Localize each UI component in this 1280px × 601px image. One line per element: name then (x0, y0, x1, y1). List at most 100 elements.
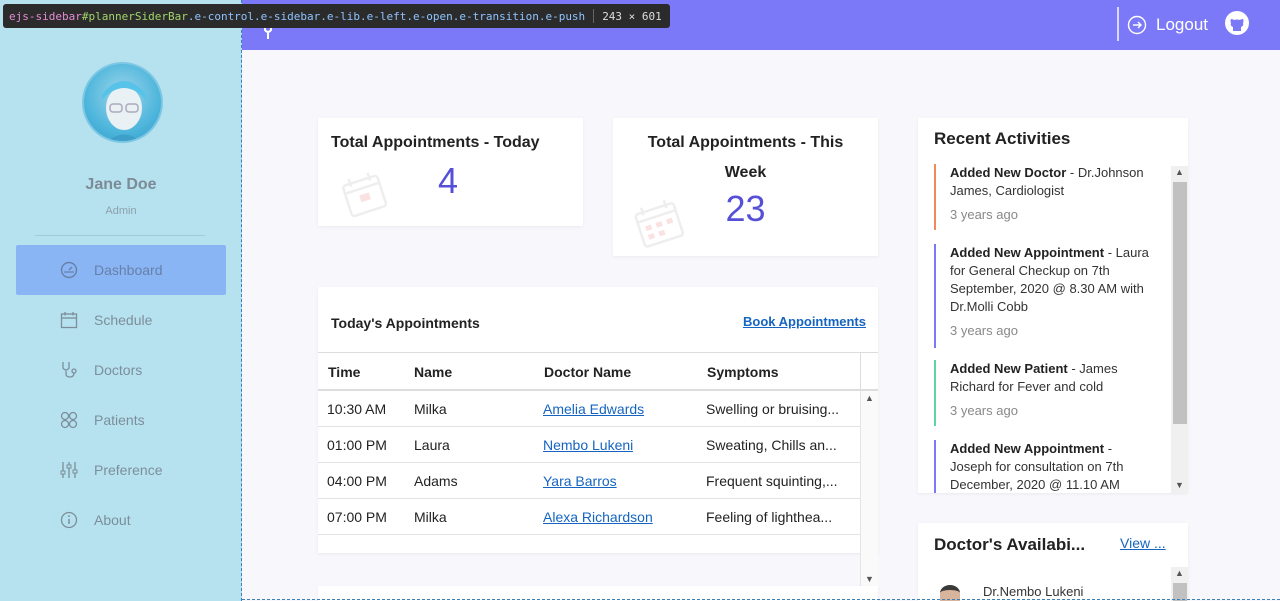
dashboard-icon (60, 261, 78, 279)
view-all-link[interactable]: View ... (1120, 535, 1166, 551)
sliders-icon (60, 462, 78, 478)
info-icon (60, 511, 78, 529)
sidebar-item-dashboard[interactable]: Dashboard (16, 245, 226, 295)
sidebar-item-doctors[interactable]: Doctors (16, 345, 226, 395)
activity-action: Added New Appointment (950, 441, 1105, 456)
tooltip-tag: ejs-sidebar (9, 9, 82, 23)
cell-doctor-link[interactable]: Amelia Edwards (543, 401, 644, 417)
table-scrollbar[interactable]: ▲ ▼ (860, 391, 878, 590)
activity-list: Added New Doctor - Dr.Johnson James, Car… (918, 164, 1188, 493)
avatar (82, 62, 163, 143)
calendar-icon (60, 312, 78, 329)
scroll-down-icon[interactable]: ▼ (865, 574, 874, 584)
header-scroll-spacer (860, 353, 878, 391)
cell-symptoms: Sweating, Chills an... (706, 437, 837, 453)
book-appointments-link[interactable]: Book Appointments (743, 314, 866, 329)
stat-title: Total Appointments - This (647, 134, 844, 151)
activity-text: Added New Appointment - Joseph for consu… (950, 440, 1156, 493)
sidebar-item-label: Preference (94, 462, 163, 478)
logout-label: Logout (1156, 15, 1208, 34)
table-header: Time Name Doctor Name Symptoms (318, 353, 878, 391)
column-header[interactable]: Time (328, 364, 360, 380)
activity-item: Added New Appointment - Laura for Genera… (934, 244, 1156, 348)
stat-card-week: Total Appointments - This Week 23 (613, 118, 878, 256)
scroll-up-icon[interactable]: ▲ (865, 393, 874, 403)
logout-icon (1127, 15, 1147, 35)
sidebar-item-label: Patients (94, 412, 145, 428)
cell-time: 07:00 PM (327, 509, 387, 525)
tooltip-id: #plannerSiderBar (81, 9, 188, 23)
scroll-down-icon[interactable]: ▼ (1175, 480, 1184, 490)
cell-name: Milka (414, 401, 447, 417)
activity-time: 3 years ago (950, 403, 1018, 418)
patients-icon (60, 411, 78, 429)
sidebar-item-about[interactable]: About (16, 495, 226, 545)
activity-action: Added New Patient (950, 361, 1068, 376)
cell-time: 10:30 AM (327, 401, 387, 417)
card-title: Doctor's Availabi... (934, 535, 1086, 554)
cell-name: Milka (414, 509, 447, 525)
activity-scrollbar[interactable]: ▲ ▼ (1171, 166, 1188, 493)
stat-value: 23 (725, 188, 766, 229)
stat-value: 4 (438, 160, 459, 201)
stat-title-line2: Week (724, 164, 767, 181)
recent-activities-card: Recent Activities Added New Doctor - Dr.… (918, 118, 1188, 493)
stat-card-today: Total Appointments - Today 4 (318, 118, 583, 226)
cell-symptoms: Swelling or bruising... (706, 401, 840, 417)
sidebar-item-label: About (94, 512, 131, 528)
column-header[interactable]: Doctor Name (544, 364, 631, 380)
table-row[interactable]: 01:00 PM Laura Nembo Lukeni Sweating, Ch… (318, 427, 878, 463)
column-header[interactable]: Symptoms (707, 364, 779, 380)
table-row[interactable]: 07:00 PM Milka Alexa Richardson Feeling … (318, 499, 878, 535)
cell-name: Adams (414, 473, 458, 489)
doctor-scrollbar[interactable]: ▲ (1171, 567, 1188, 601)
sidebar-item-label: Doctors (94, 362, 143, 378)
sidebar-item-patients[interactable]: Patients (16, 395, 226, 445)
user-role: Admin (105, 205, 137, 217)
activity-item: Added New Patient - James Richard for Fe… (934, 360, 1156, 426)
sidebar-item-label: Schedule (94, 312, 153, 328)
sidebar: ejs-sidebar #plannerSiderBar .e-control.e-… (0, 0, 670, 601)
cell-symptoms: Feeling of lighthea... (706, 509, 833, 525)
table-row[interactable]: 04:00 PM Adams Yara Barros Frequent squi… (318, 463, 878, 499)
logout-button[interactable]: Logout (1127, 9, 1208, 41)
scroll-up-icon[interactable]: ▲ (1175, 568, 1184, 578)
scroll-thumb[interactable] (1173, 182, 1187, 424)
stat-title: Total Appointments - Today (331, 134, 540, 151)
scroll-up-icon[interactable]: ▲ (1175, 167, 1184, 177)
todays-appointments-card: Today's Appointments Book Appointments T… (318, 287, 878, 590)
activity-text: Added New Patient - James Richard for Fe… (950, 360, 1156, 396)
doctor-name: Dr.Nembo Lukeni (983, 584, 1084, 599)
sidebar-item-preference[interactable]: Preference (16, 445, 226, 495)
activity-action: Added New Doctor (950, 165, 1067, 180)
stethoscope-icon (62, 362, 77, 378)
selection-outline (242, 599, 1280, 600)
devtools-tooltip: ejs-sidebar #plannerSiderBar .e-control.e-… (3, 4, 670, 28)
sidebar-item-label: Dashboard (94, 262, 163, 278)
tooltip-classes: .e-control.e-sidebar.e-lib.e-left.e-open… (187, 9, 586, 23)
cell-doctor-link[interactable]: Nembo Lukeni (543, 437, 633, 453)
sidebar-item-schedule[interactable]: Schedule (16, 295, 226, 345)
activity-time: 3 years ago (950, 323, 1018, 338)
header-divider (1117, 7, 1119, 41)
card-title: Today's Appointments (331, 315, 480, 331)
cell-doctor-link[interactable]: Yara Barros (543, 473, 617, 489)
column-header[interactable]: Name (414, 364, 452, 380)
appointments-table: Time Name Doctor Name Symptoms 10:30 AM … (318, 352, 878, 590)
activity-time: 3 years ago (950, 207, 1018, 222)
cell-doctor-link[interactable]: Alexa Richardson (543, 509, 653, 525)
cell-time: 01:00 PM (327, 437, 387, 453)
user-name: Jane Doe (85, 176, 157, 193)
doctor-availability-card: Doctor's Availabi... View ... Dr.Nembo L… (918, 523, 1188, 601)
calendar-icon (342, 172, 388, 218)
activity-text: Added New Doctor - Dr.Johnson James, Car… (950, 164, 1156, 200)
activity-item: Added New Appointment - Joseph for consu… (934, 440, 1156, 493)
activity-text: Added New Appointment - Laura for Genera… (950, 244, 1156, 316)
cell-name: Laura (414, 437, 450, 453)
cell-symptoms: Frequent squinting,... (706, 473, 838, 489)
table-row[interactable]: 10:30 AM Milka Amelia Edwards Swelling o… (318, 391, 878, 427)
sidebar-divider (35, 235, 205, 236)
tooltip-size: 243 × 601 (602, 9, 662, 23)
activity-item: Added New Doctor - Dr.Johnson James, Car… (934, 164, 1156, 230)
github-icon[interactable] (1225, 11, 1249, 35)
